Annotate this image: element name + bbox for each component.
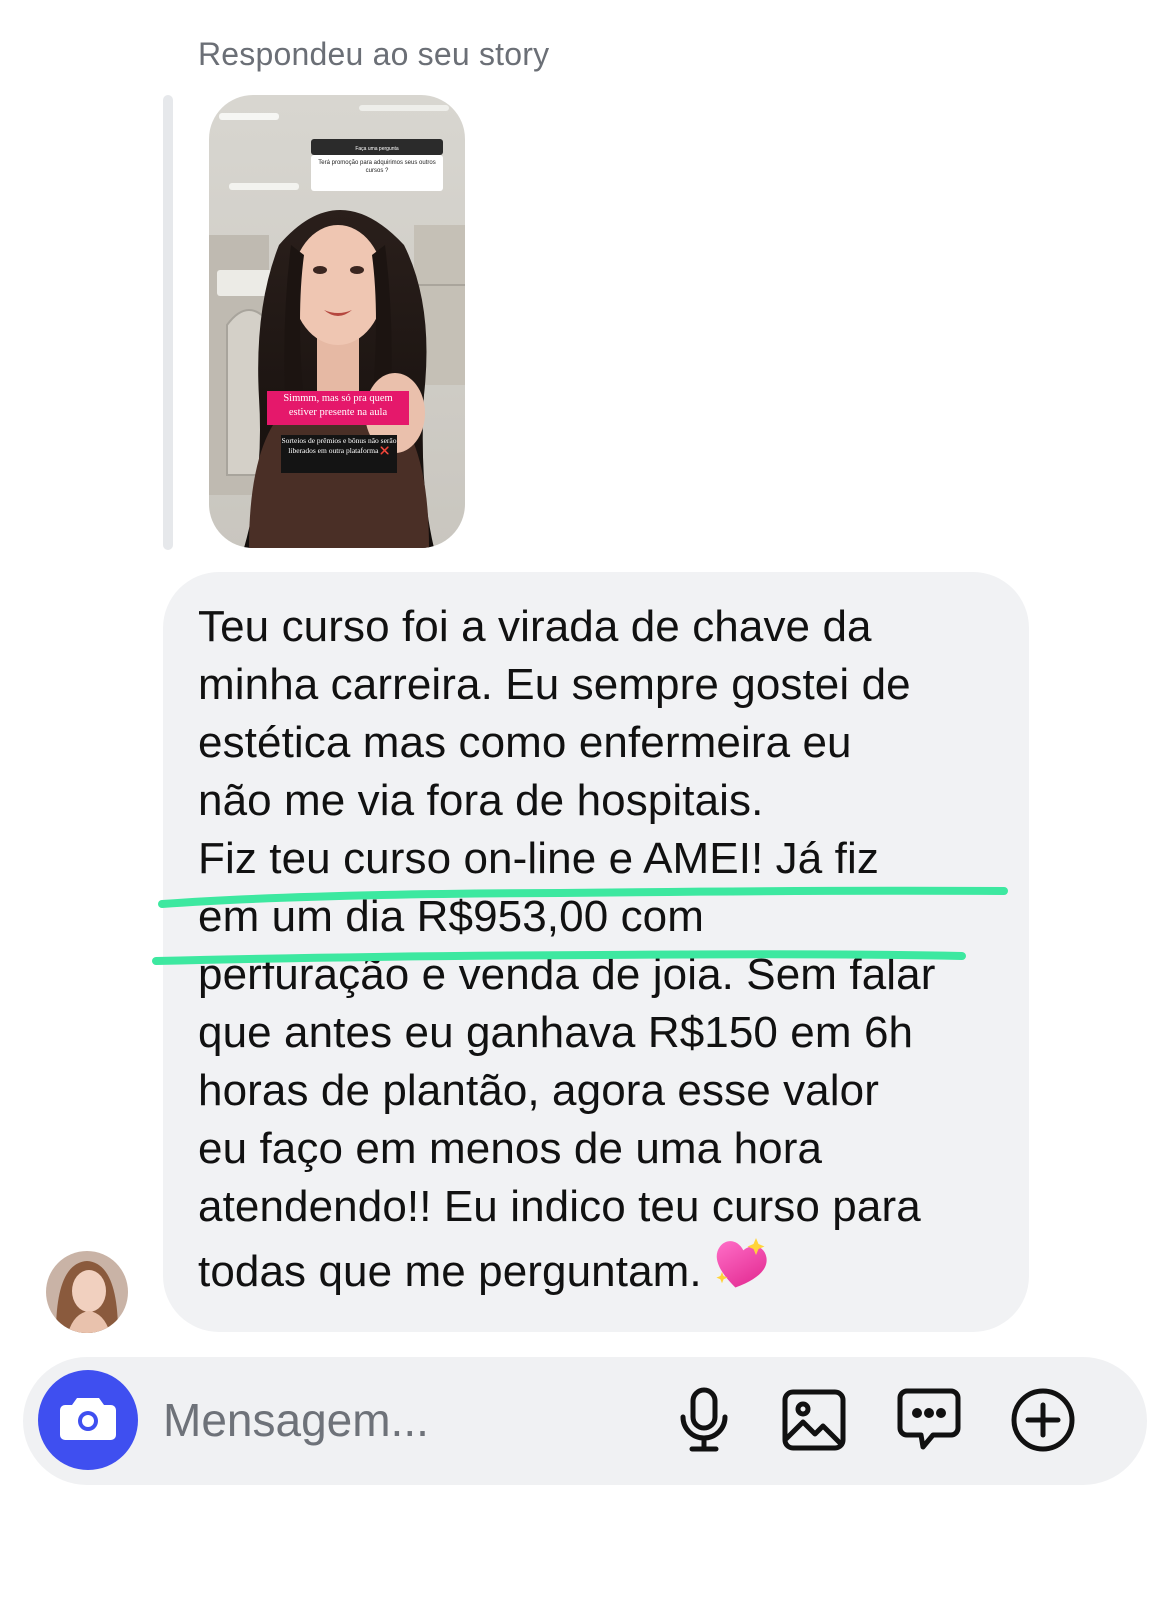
microphone-icon — [678, 1387, 730, 1458]
camera-button[interactable] — [38, 1370, 138, 1470]
more-button[interactable] — [1008, 1387, 1078, 1457]
message-text: Teu curso foi a virada de chave da minha… — [198, 602, 936, 1296]
sender-avatar[interactable] — [46, 1251, 128, 1333]
story-preview[interactable]: Faça uma pergunta Terá promoção para adq… — [209, 95, 465, 548]
reply-quote-bar — [163, 95, 173, 550]
story-question-text: Terá promoção para adquirimos seus outro… — [318, 160, 436, 174]
story-note-text: Sorteios de prêmios e bônus não serão li… — [281, 436, 397, 455]
story-question-header: Faça uma pergunta — [355, 146, 399, 152]
message-input[interactable] — [163, 1388, 613, 1452]
story-answer-text: Simmm, mas só pra quem estiver presente … — [283, 393, 393, 418]
reply-context-label: Respondeu ao seu story — [198, 36, 550, 72]
sticker-chat-icon — [897, 1388, 961, 1457]
microphone-button[interactable] — [669, 1387, 739, 1457]
plus-circle-icon — [1010, 1387, 1076, 1458]
camera-icon — [59, 1394, 117, 1447]
image-icon — [782, 1389, 846, 1456]
sticker-chat-button[interactable] — [894, 1387, 964, 1457]
gallery-button[interactable] — [779, 1387, 849, 1457]
message-body: Teu curso foi a virada de chave da minha… — [198, 598, 1018, 1309]
sparkling-heart-icon — [710, 1236, 770, 1309]
